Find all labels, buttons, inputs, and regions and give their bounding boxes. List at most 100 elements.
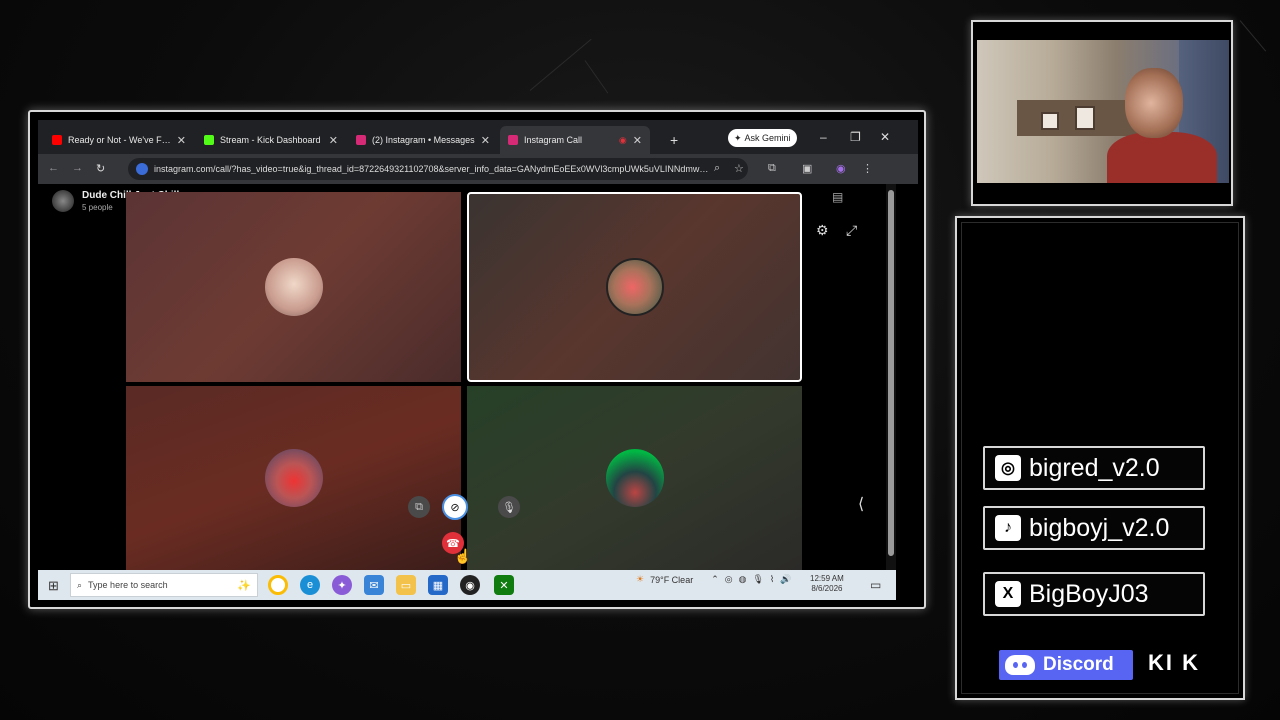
chevron-left-icon[interactable]: ⟨ xyxy=(858,494,864,514)
extensions-icon[interactable]: ⧉ xyxy=(768,162,776,175)
profile-icon[interactable]: ◉ xyxy=(836,162,846,175)
weather-icon: ☀ xyxy=(636,574,645,584)
fullscreen-icon[interactable]: ⤢ xyxy=(846,222,857,239)
tab-ready-or-not[interactable]: Ready or Not - We've FINALLY ✕ xyxy=(44,126,194,154)
participant-avatar xyxy=(605,449,664,507)
notifications-icon[interactable]: ▭ xyxy=(870,578,881,592)
zoom-icon[interactable]: ⌕ xyxy=(714,162,720,175)
background-line xyxy=(1239,20,1267,52)
date-text: 8/6/2026 xyxy=(811,584,843,593)
participant-tile[interactable] xyxy=(126,192,461,382)
close-icon[interactable]: ✕ xyxy=(329,134,338,147)
xbox-icon[interactable]: ✕ xyxy=(494,575,514,595)
x-handle: BigBoyJ03 xyxy=(1029,579,1149,608)
tiktok-handle-badge: ♪ bigboyj_v2.0 xyxy=(983,506,1205,550)
sidebar-icon[interactable]: ▣ xyxy=(802,162,812,175)
tab-instagram-call[interactable]: Instagram Call ◉ ✕ xyxy=(500,126,650,154)
instagram-handle-badge: ◎ bigred_v2.0 xyxy=(983,446,1205,490)
windows-taskbar: ⊞ ⌕ Type here to search ✨ e ✦ ✉ ▭ ▦ ◉ ✕ … xyxy=(38,570,896,600)
video-off-button[interactable]: ⊘ xyxy=(442,494,468,520)
discord-icon xyxy=(1005,655,1035,675)
background-line xyxy=(529,38,592,91)
gear-icon[interactable]: ⚙ xyxy=(816,222,829,239)
instagram-icon xyxy=(508,135,518,145)
browser-window: Ready or Not - We've FINALLY ✕ Stream - … xyxy=(38,120,918,602)
system-tray: ☀ 79°F Clear ⌃ ◎ ◍ 🎙 ⌇ 🔊 xyxy=(636,574,792,585)
instagram-icon xyxy=(356,135,366,145)
webcam-feed xyxy=(977,40,1229,183)
scrollbar-thumb[interactable] xyxy=(888,190,894,556)
browser-toolbar: ← → ↻ instagram.com/call/?has_video=true… xyxy=(38,154,918,184)
kick-logo: KI K xyxy=(1148,650,1200,675)
menu-icon[interactable]: ⋮ xyxy=(862,162,873,175)
chevron-up-icon[interactable]: ⌃ xyxy=(711,574,719,585)
time-text: 12:59 AM xyxy=(810,574,844,583)
new-tab-button[interactable]: + xyxy=(670,132,678,148)
tray-app-icon[interactable]: ◍ xyxy=(739,574,747,585)
reload-icon[interactable]: ↻ xyxy=(96,162,105,175)
microphone-button[interactable]: 🎙 xyxy=(498,496,520,518)
search-placeholder: Type here to search xyxy=(88,580,168,590)
ask-gemini-button[interactable]: ✦ Ask Gemini xyxy=(728,129,797,147)
copilot-icon[interactable]: ✦ xyxy=(332,575,352,595)
youtube-icon xyxy=(52,135,62,145)
microphone-icon[interactable]: 🎙 xyxy=(752,574,763,585)
recording-icon: ◉ xyxy=(618,134,627,145)
tab-label: (2) Instagram • Messages xyxy=(372,135,475,145)
participant-avatar xyxy=(605,258,664,316)
tab-instagram-messages[interactable]: (2) Instagram • Messages ✕ xyxy=(348,126,498,154)
network-icon[interactable]: ⌇ xyxy=(770,574,774,585)
call-area: Dude Chill Just Chill 5 people ▤ ⚙ ⤢ ⟨ ⧉… xyxy=(38,184,886,570)
volume-icon[interactable]: 🔊 xyxy=(780,574,791,585)
picture-frame xyxy=(1041,112,1059,130)
tray-app-icon[interactable]: ◎ xyxy=(725,574,733,585)
minimize-button[interactable]: – xyxy=(820,130,827,144)
search-icon: ⌕ xyxy=(77,579,83,590)
restore-button[interactable]: ❐ xyxy=(850,130,861,144)
store-icon[interactable]: ▦ xyxy=(428,575,448,595)
participant-tile[interactable] xyxy=(126,386,461,570)
streamer-body xyxy=(1107,132,1217,183)
webcam-frame xyxy=(971,20,1233,206)
back-icon[interactable]: ← xyxy=(48,162,59,174)
screen-capture-frame: Ready or Not - We've FINALLY ✕ Stream - … xyxy=(28,110,926,609)
tab-strip: Ready or Not - We've FINALLY ✕ Stream - … xyxy=(38,120,918,154)
edge-icon[interactable]: e xyxy=(300,575,320,595)
close-icon[interactable]: ✕ xyxy=(633,134,642,147)
layout-icon[interactable]: ▤ xyxy=(832,190,843,204)
obs-icon[interactable]: ◉ xyxy=(460,575,480,595)
discord-label: Discord xyxy=(1043,654,1114,675)
instagram-handle: bigred_v2.0 xyxy=(1029,453,1160,482)
site-info-icon[interactable] xyxy=(136,163,148,175)
window-close-button[interactable]: ✕ xyxy=(880,130,890,144)
address-bar[interactable]: instagram.com/call/?has_video=true&ig_th… xyxy=(128,158,748,180)
chrome-icon[interactable] xyxy=(268,575,288,595)
tab-label: Ready or Not - We've FINALLY xyxy=(68,135,171,145)
tab-label: Stream - Kick Dashboard xyxy=(220,135,321,145)
close-icon[interactable]: ✕ xyxy=(177,134,186,147)
forward-icon[interactable]: → xyxy=(72,162,83,174)
picture-frame xyxy=(1075,106,1095,130)
clock[interactable]: 12:59 AM 8/6/2026 xyxy=(810,574,844,594)
mail-icon[interactable]: ✉ xyxy=(364,575,384,595)
sparkle-icon: ✨ xyxy=(237,579,251,592)
close-icon[interactable]: ✕ xyxy=(481,134,490,147)
participant-avatar xyxy=(264,449,323,507)
participant-tile-active-speaker[interactable] xyxy=(467,192,802,382)
tiktok-handle: bigboyj_v2.0 xyxy=(1029,513,1170,542)
tiktok-icon: ♪ xyxy=(995,515,1021,541)
participant-tile[interactable] xyxy=(467,386,802,570)
taskbar-search-input[interactable]: ⌕ Type here to search ✨ xyxy=(70,573,258,597)
discord-badge: Discord xyxy=(999,650,1133,680)
tab-kick-dashboard[interactable]: Stream - Kick Dashboard ✕ xyxy=(196,126,346,154)
scrollbar[interactable] xyxy=(886,184,896,570)
avatar xyxy=(52,190,74,212)
share-screen-button[interactable]: ⧉ xyxy=(408,496,430,518)
hand-cursor-icon: ☝ xyxy=(454,548,472,564)
weather-text: 79°F Clear xyxy=(650,574,694,585)
x-icon: X xyxy=(995,581,1021,607)
windows-start-icon[interactable]: ⊞ xyxy=(48,578,59,594)
file-explorer-icon[interactable]: ▭ xyxy=(396,575,416,595)
bookmark-star-icon[interactable]: ☆ xyxy=(734,162,744,175)
url-text: instagram.com/call/?has_video=true&ig_th… xyxy=(154,164,714,174)
